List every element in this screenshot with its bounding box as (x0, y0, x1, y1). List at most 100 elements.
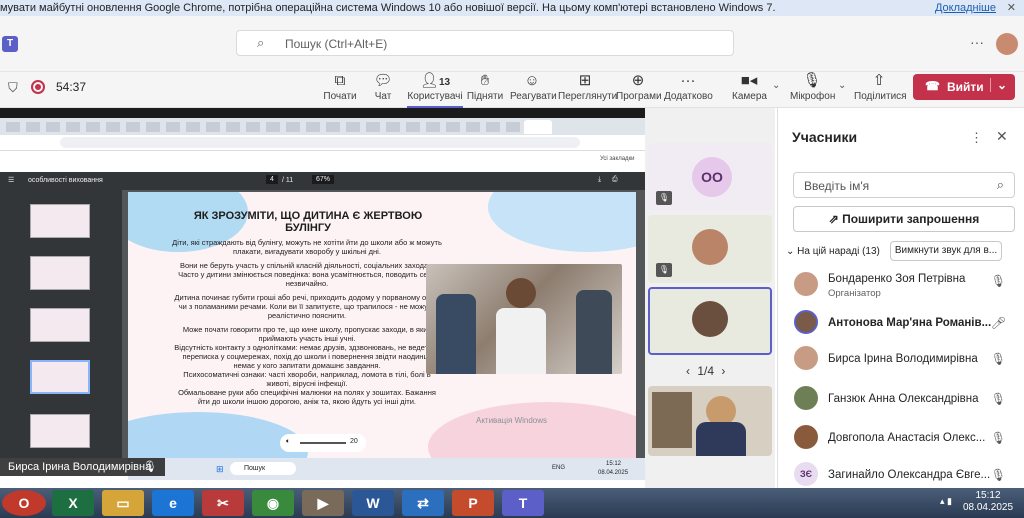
panel-title: Учасники (792, 129, 858, 145)
search-input[interactable]: ⌕ Пошук (Ctrl+Alt+E) (236, 30, 734, 56)
participant-tile[interactable]: OO 🎙︎ (648, 143, 772, 211)
download-icon[interactable]: ⤓ (598, 176, 601, 184)
more-label: Додатково (664, 91, 713, 102)
participant-search-placeholder: Введіть ім'я (804, 179, 870, 193)
participant-name: Ганзюк Анна Олександрівна (828, 393, 979, 405)
presenter-name: Бирса Ірина Володимирівна (8, 461, 152, 473)
participant-tile-speaking[interactable] (648, 287, 772, 355)
more-button[interactable]: ··· Додатково (664, 72, 713, 108)
shared-windows-taskbar: ⊞ Пошук ENG 15:12 08.04.2025 (128, 458, 645, 480)
pager-label: 1/4 (697, 364, 715, 378)
update-banner: мувати майбутні оновлення Google Chrome,… (0, 0, 1024, 16)
close-icon[interactable]: ✕ (996, 128, 1008, 145)
react-button[interactable]: ☺ Реагувати (510, 72, 557, 108)
slide-paragraph: Часто у дитини змінюється поведінка: вон… (178, 270, 436, 288)
participant-row[interactable]: Антонова Мар'яна Романів... 🎤︎ (790, 306, 1020, 342)
user-avatar[interactable] (996, 33, 1018, 55)
camera-tile[interactable] (648, 386, 772, 456)
pdf-page-count: / 11 (282, 177, 294, 184)
slide-photo (426, 264, 622, 374)
chevron-left-icon[interactable]: ‹ (686, 364, 690, 378)
chrome-icon[interactable]: ◉ (252, 490, 294, 516)
mic-off-icon: 🎙︎ (990, 431, 1006, 445)
powerpoint-icon[interactable]: P (452, 490, 494, 516)
participant-tile[interactable]: 🎙︎ (648, 215, 772, 283)
thumbnail-5[interactable] (30, 414, 90, 448)
participant-row[interactable]: Бирса Ірина Володимирівна 🎙︎ (790, 342, 1020, 378)
camera-button[interactable]: ■◂ Камера (732, 72, 767, 108)
word-icon[interactable]: W (352, 490, 394, 516)
chevron-right-icon[interactable]: › (721, 364, 725, 378)
avatar (794, 386, 818, 410)
thumbnail-1[interactable] (30, 204, 90, 238)
slide-paragraph: Відсутність контакту з однолітками: нема… (174, 343, 440, 370)
shield-icon[interactable]: ⛉ (8, 80, 18, 96)
windows-lang: ENG (552, 465, 566, 471)
mic-off-icon: 🎙︎ (990, 468, 1006, 482)
thumbnail-2[interactable] (30, 256, 90, 290)
slide-paragraph: Може почати говорити про те, що кине шко… (182, 325, 432, 343)
participant-row[interactable]: Довгопола Анастасія Олекс... 🎙︎ (790, 421, 1020, 457)
share-invite-label: Поширити запрошення (842, 212, 980, 226)
start-button[interactable]: ⧉ Почати (322, 72, 358, 108)
internet-explorer-icon[interactable]: e (152, 490, 194, 516)
mic-chevron-icon[interactable]: ⌄ (838, 80, 846, 91)
snipping-icon[interactable]: ✂ (202, 490, 244, 516)
people-label: Користувачі (407, 91, 463, 102)
participant-row[interactable]: Ганзюк Анна Олександрівна 🎙︎ (790, 382, 1020, 418)
slide-body: Діти, які страждають від булінгу, можуть… (172, 238, 442, 406)
excel-icon[interactable]: X (52, 490, 94, 516)
more-options-icon[interactable]: ⋮ (970, 130, 983, 146)
share-button[interactable]: ⇧ Поділитися (854, 72, 907, 108)
apps-button[interactable]: ⊕ Програми (616, 72, 662, 108)
participant-role: Організатор (828, 288, 881, 299)
opera-icon[interactable]: O (2, 490, 46, 516)
audio-player[interactable]: 🔈︎ 20 (280, 434, 366, 452)
address-bar[interactable] (0, 135, 645, 151)
audio-value: 20 (350, 438, 358, 445)
teamviewer-icon[interactable]: ⇄ (402, 490, 444, 516)
thumbnail-4[interactable] (30, 360, 90, 394)
participant-search-input[interactable]: Введіть ім'я ⌕ (793, 172, 1015, 198)
leave-button[interactable]: ☎ Вийти ⌄ (913, 74, 1015, 100)
tray-icons[interactable]: ▴ ▮ (940, 496, 952, 507)
pdf-page-input[interactable]: 4 (266, 175, 278, 184)
people-icon: 👤︎13 (419, 72, 451, 89)
close-icon[interactable]: ✕ (1007, 0, 1016, 16)
people-button[interactable]: 👤︎13 Користувачі (407, 72, 463, 108)
more-options-icon[interactable]: ··· (970, 34, 984, 50)
meeting-timer: 54:37 (56, 80, 87, 94)
section-header[interactable]: ⌄ На цій нараді (13) (786, 246, 880, 257)
teams-logo-icon: T (2, 36, 18, 52)
avatar-initials: ЗЄ (794, 462, 818, 486)
windows-start-icon: ⊞ (216, 464, 224, 474)
chat-label: Чат (374, 91, 392, 102)
grid-icon: ⊞ (578, 72, 592, 89)
menu-icon[interactable]: ☰ (8, 176, 14, 184)
thumbnail-3[interactable] (30, 308, 90, 342)
participant-name: Бондаренко Зоя Петрівна (828, 273, 966, 285)
record-icon (31, 80, 45, 94)
windows-date: 08.04.2025 (598, 470, 629, 476)
mic-button[interactable]: 🎙︎ Мікрофон (790, 72, 835, 108)
chat-button[interactable]: 💬︎ Чат (368, 72, 398, 108)
pdf-zoom[interactable]: 67% (312, 175, 335, 184)
participant-row[interactable]: ЗЄ Загинайло Олександра Євге... 🎙︎ (790, 458, 1020, 488)
view-button[interactable]: ⊞ Переглянути (558, 72, 617, 108)
print-icon[interactable]: ⎙ (612, 176, 618, 184)
share-invite-button[interactable]: ⇗ Поширити запрошення (793, 206, 1015, 232)
speaker-icon: 🔈︎ (286, 438, 291, 445)
ellipsis-icon: ··· (680, 72, 696, 89)
raise-hand-button[interactable]: ✋︎ Підняти (466, 72, 504, 108)
mute-all-button[interactable]: Вимкнути звук для в... (890, 241, 1002, 261)
participant-row[interactable]: Бондаренко Зоя Петрівна Організатор 🎙︎ (790, 268, 1020, 304)
learn-more-link[interactable]: Докладніше (935, 0, 996, 16)
slide-paragraph: Дитина починає губити гроші або речі, пр… (174, 293, 440, 320)
folder-icon[interactable]: ▭ (102, 490, 144, 516)
camera-chevron-icon[interactable]: ⌄ (772, 80, 780, 91)
raise-label: Підняти (466, 91, 504, 102)
share-icon: ⇧ (872, 72, 886, 89)
teams-icon[interactable]: T (502, 490, 544, 516)
media-player-icon[interactable]: ▶ (302, 490, 344, 516)
clock-time: 15:12 (975, 490, 1001, 501)
